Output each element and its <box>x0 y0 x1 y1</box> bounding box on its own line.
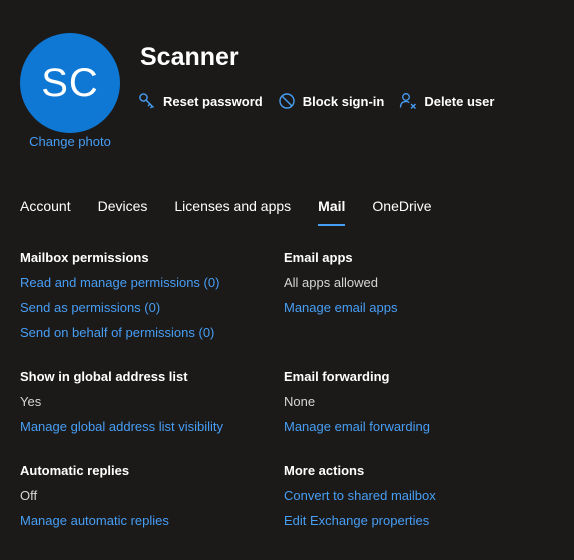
tab-account[interactable]: Account <box>20 198 71 226</box>
delete-user-label: Delete user <box>424 93 495 109</box>
change-photo-link[interactable]: Change photo <box>20 134 120 149</box>
email-forwarding-section: Email forwarding None Manage email forwa… <box>284 369 544 444</box>
email-apps-title: Email apps <box>284 250 353 265</box>
user-display-name: Scanner <box>140 43 239 71</box>
block-signin-button[interactable]: Block sign-in <box>278 92 385 110</box>
edit-exchange-properties-link[interactable]: Edit Exchange properties <box>284 513 544 538</box>
read-manage-permissions-link[interactable]: Read and manage permissions (0) <box>20 275 280 300</box>
send-as-permissions-link[interactable]: Send as permissions (0) <box>20 300 280 325</box>
global-address-list-value: Yes <box>20 394 42 409</box>
block-icon <box>279 93 295 109</box>
global-address-list-section: Show in global address list Yes Manage g… <box>20 369 280 444</box>
automatic-replies-section: Automatic replies Off Manage automatic r… <box>20 463 280 538</box>
manage-global-address-list-link[interactable]: Manage global address list visibility <box>20 419 280 444</box>
manage-automatic-replies-link[interactable]: Manage automatic replies <box>20 513 280 538</box>
send-on-behalf-permissions-link[interactable]: Send on behalf of permissions (0) <box>20 325 280 350</box>
manage-email-forwarding-link[interactable]: Manage email forwarding <box>284 419 544 444</box>
automatic-replies-value: Off <box>20 488 38 503</box>
user-mail-panel: SC Change photo Scanner Reset password B… <box>0 0 574 560</box>
reset-password-button[interactable]: Reset password <box>138 92 263 110</box>
email-forwarding-value: None <box>284 394 316 409</box>
tab-bar: Account Devices Licenses and apps Mail O… <box>20 198 459 230</box>
avatar: SC <box>20 33 120 133</box>
block-signin-label: Block sign-in <box>302 93 385 109</box>
email-apps-section: Email apps All apps allowed Manage email… <box>284 250 544 325</box>
mailbox-permissions-section: Mailbox permissions Read and manage perm… <box>20 250 280 350</box>
more-actions-title: More actions <box>284 463 365 478</box>
tab-licenses-and-apps[interactable]: Licenses and apps <box>174 198 291 226</box>
mailbox-permissions-title: Mailbox permissions <box>20 250 149 265</box>
more-actions-section: More actions Convert to shared mailbox E… <box>284 463 544 538</box>
tab-onedrive[interactable]: OneDrive <box>372 198 431 226</box>
avatar-initials: SC <box>41 60 99 105</box>
email-apps-value: All apps allowed <box>284 275 378 290</box>
user-actions-bar: Reset password Block sign-in Delete user <box>138 91 509 111</box>
tab-devices[interactable]: Devices <box>98 198 148 226</box>
tab-mail[interactable]: Mail <box>318 198 346 226</box>
delete-user-icon <box>400 93 417 109</box>
global-address-list-title: Show in global address list <box>20 369 188 384</box>
delete-user-button[interactable]: Delete user <box>399 92 494 110</box>
convert-to-shared-mailbox-link[interactable]: Convert to shared mailbox <box>284 488 544 513</box>
automatic-replies-title: Automatic replies <box>20 463 130 478</box>
manage-email-apps-link[interactable]: Manage email apps <box>284 300 544 325</box>
email-forwarding-title: Email forwarding <box>284 369 390 384</box>
key-icon <box>139 93 154 109</box>
reset-password-label: Reset password <box>163 93 263 109</box>
